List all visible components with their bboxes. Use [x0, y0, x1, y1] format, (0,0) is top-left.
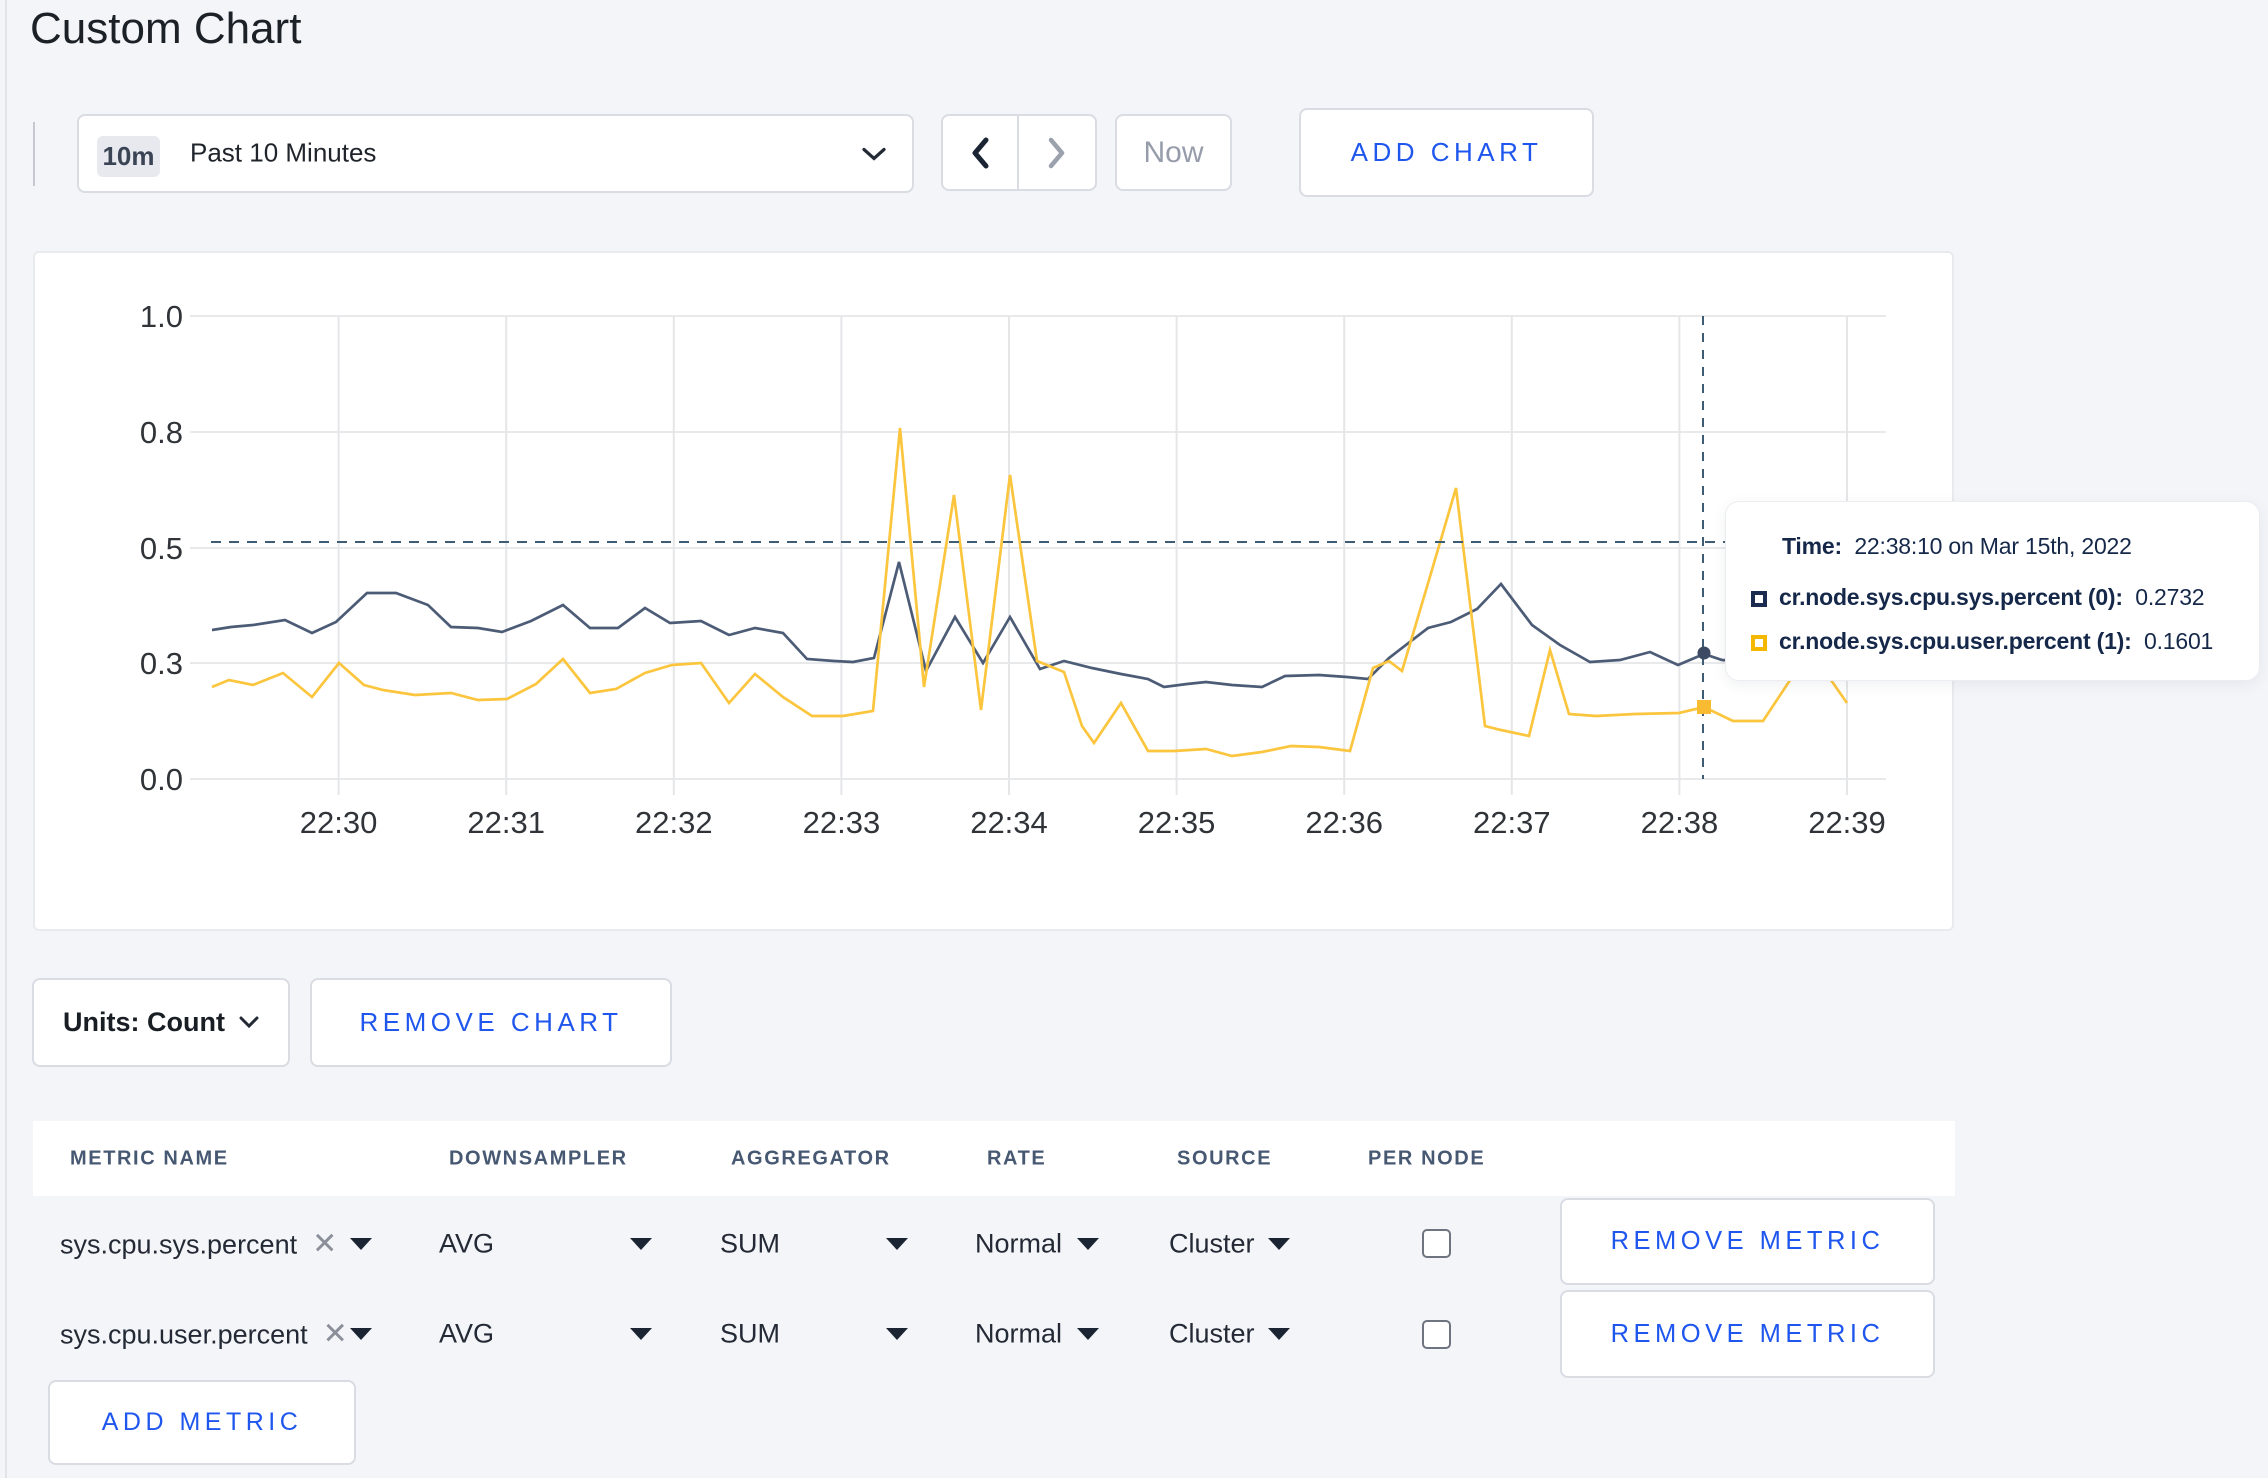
- svg-text:22:35: 22:35: [1138, 805, 1216, 840]
- svg-text:0.3: 0.3: [140, 646, 183, 681]
- svg-text:22:34: 22:34: [970, 805, 1048, 840]
- svg-text:0.5: 0.5: [140, 531, 183, 566]
- svg-text:22:32: 22:32: [635, 805, 713, 840]
- svg-text:22:39: 22:39: [1808, 805, 1886, 840]
- svg-text:22:36: 22:36: [1305, 805, 1383, 840]
- svg-text:1.0: 1.0: [140, 299, 183, 334]
- svg-text:0.8: 0.8: [140, 415, 183, 450]
- svg-text:22:30: 22:30: [300, 805, 378, 840]
- svg-text:0.0: 0.0: [140, 762, 183, 797]
- svg-text:22:33: 22:33: [803, 805, 881, 840]
- svg-text:22:37: 22:37: [1473, 805, 1551, 840]
- svg-text:22:31: 22:31: [467, 805, 545, 840]
- svg-text:22:38: 22:38: [1641, 805, 1719, 840]
